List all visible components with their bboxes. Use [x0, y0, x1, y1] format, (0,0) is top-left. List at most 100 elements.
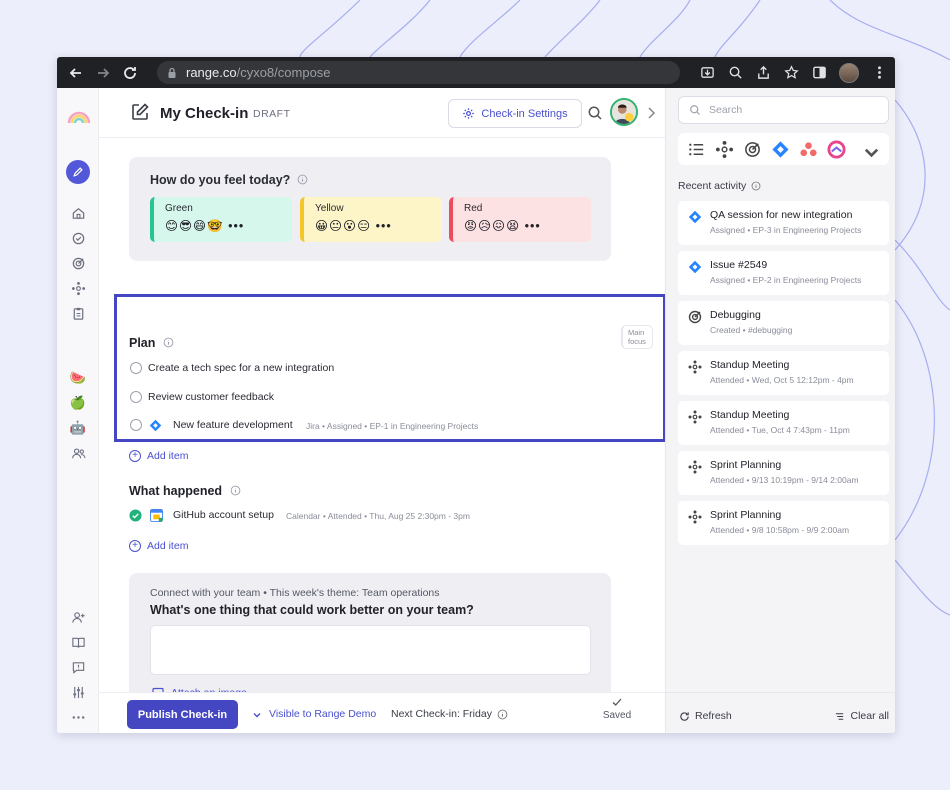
- add-person-icon[interactable]: [69, 608, 87, 626]
- watermelon-team-icon[interactable]: 🍉: [69, 369, 87, 387]
- mood-option-yellow[interactable]: Yellow 😀😐😮😑 •••: [300, 197, 442, 242]
- browser-toolbar: range.co/cyxo8/compose: [57, 57, 895, 88]
- chevron-down-icon: [253, 713, 261, 718]
- activity-card[interactable]: Standup Meeting Attended • Tue, Oct 4 7:…: [678, 401, 889, 445]
- activity-card[interactable]: Debugging Created • #debugging: [678, 301, 889, 345]
- browser-window: range.co/cyxo8/compose 🍉 🍏 🤖 My Check-in…: [57, 57, 895, 733]
- activity-card[interactable]: QA session for new integration Assigned …: [678, 201, 889, 245]
- jira-filter-icon[interactable]: [768, 137, 792, 161]
- page-title: My Check-in: [160, 105, 249, 122]
- saved-label: Saved: [602, 710, 632, 721]
- mood-label-red: Red: [464, 203, 483, 214]
- sliders-icon[interactable]: [69, 683, 87, 701]
- mood-option-green[interactable]: Green 😊😎😄🤓 •••: [150, 197, 292, 242]
- completed-check-icon[interactable]: [129, 509, 142, 522]
- draft-status-badge: DRAFT: [253, 108, 291, 120]
- meeting-icon: [688, 510, 702, 524]
- book-icon[interactable]: [69, 633, 87, 651]
- chevron-right-icon[interactable]: [645, 106, 657, 120]
- goals-filter-icon[interactable]: [740, 137, 764, 161]
- meetings-filter-icon[interactable]: [712, 137, 736, 161]
- url-host: range.co: [186, 65, 237, 80]
- bookmark-star-icon[interactable]: [783, 65, 799, 81]
- mood-label-yellow: Yellow: [315, 203, 344, 214]
- mood-label-green: Green: [165, 203, 193, 214]
- what-happened-add-item-button[interactable]: + Add item: [129, 540, 188, 552]
- checkin-settings-button[interactable]: Check-in Settings: [448, 99, 582, 128]
- meetings-icon[interactable]: [69, 279, 87, 297]
- activity-subtitle: Attended • 9/8 10:58pm - 9/9 2:00am: [710, 525, 850, 535]
- activity-subtitle: Attended • Wed, Oct 5 12:12pm - 4pm: [710, 375, 854, 385]
- google-calendar-icon: [150, 509, 163, 522]
- check-circle-icon[interactable]: [69, 229, 87, 247]
- what-happened-section-title: What happened: [129, 484, 241, 498]
- mood-emojis-red: 😡😥😖😫 •••: [464, 219, 541, 233]
- activity-card[interactable]: Issue #2549 Assigned • EP-2 in Engineeri…: [678, 251, 889, 295]
- forward-arrow-icon[interactable]: [92, 62, 114, 84]
- share-icon[interactable]: [755, 65, 771, 81]
- meeting-icon: [688, 410, 702, 424]
- what-happened-item-meta: Calendar • Attended • Thu, Aug 25 2:30pm…: [286, 511, 470, 521]
- address-bar[interactable]: range.co/cyxo8/compose: [157, 61, 680, 84]
- refresh-label: Refresh: [695, 710, 732, 722]
- activity-card[interactable]: Standup Meeting Attended • Wed, Oct 5 12…: [678, 351, 889, 395]
- list-filter-icon[interactable]: [684, 137, 708, 161]
- what-happened-item-text[interactable]: GitHub account setup: [173, 509, 274, 521]
- clear-all-label: Clear all: [850, 710, 889, 722]
- chevron-down-icon[interactable]: [862, 143, 881, 162]
- plan-add-item-button[interactable]: + Add item: [129, 450, 188, 462]
- clear-all-button[interactable]: Clear all: [834, 710, 889, 722]
- left-navigation-rail: 🍉 🍏 🤖: [57, 88, 99, 733]
- asana-filter-icon[interactable]: [796, 137, 820, 161]
- saved-status: Saved: [600, 696, 634, 721]
- compose-pencil-button[interactable]: [66, 160, 90, 184]
- apple-team-icon[interactable]: 🍏: [69, 394, 87, 412]
- publish-checkin-button[interactable]: Publish Check-in: [127, 700, 238, 729]
- mood-option-red[interactable]: Red 😡😥😖😫 •••: [449, 197, 591, 242]
- range-rainbow-logo-icon[interactable]: [67, 110, 91, 124]
- more-dots-icon[interactable]: [69, 708, 87, 726]
- search-icon[interactable]: [587, 105, 603, 121]
- recent-activity-title: Recent activity: [678, 180, 761, 192]
- side-panel-icon[interactable]: [811, 65, 827, 81]
- activity-title: QA session for new integration: [710, 209, 853, 221]
- browser-profile-avatar[interactable]: [839, 62, 859, 83]
- activity-subtitle: Assigned • EP-3 in Engineering Projects: [710, 225, 862, 235]
- feedback-chat-icon[interactable]: [69, 658, 87, 676]
- install-app-icon[interactable]: [699, 65, 715, 81]
- plan-section-highlight: [114, 294, 666, 442]
- people-icon[interactable]: [69, 444, 87, 462]
- plus-icon: +: [129, 450, 141, 462]
- pencil-icon: [73, 167, 83, 177]
- info-icon[interactable]: [497, 709, 508, 720]
- jira-icon: [688, 210, 702, 224]
- checkin-header: My Check-in DRAFT Check-in Settings: [99, 88, 665, 138]
- plan-add-item-label: Add item: [147, 450, 189, 462]
- home-icon[interactable]: [69, 204, 87, 222]
- activity-card[interactable]: Sprint Planning Attended • 9/13 10:19pm …: [678, 451, 889, 495]
- clickup-filter-icon[interactable]: [824, 137, 848, 161]
- user-avatar[interactable]: [610, 98, 638, 126]
- kebab-menu-icon[interactable]: [871, 65, 887, 81]
- compose-edit-icon: [132, 103, 149, 120]
- reload-icon[interactable]: [119, 62, 141, 84]
- activity-subtitle: Assigned • EP-2 in Engineering Projects: [710, 275, 862, 285]
- mood-question: How do you feel today?: [150, 173, 308, 187]
- goals-target-icon[interactable]: [69, 254, 87, 272]
- visibility-dropdown[interactable]: Visible to Range Demo: [252, 708, 376, 720]
- team-prompt-subtitle: Connect with your team • This week's the…: [150, 587, 440, 599]
- activity-search-input[interactable]: Search: [678, 96, 889, 124]
- zoom-icon[interactable]: [727, 65, 743, 81]
- clipboard-icon[interactable]: [69, 304, 87, 322]
- refresh-button[interactable]: Refresh: [679, 710, 732, 722]
- info-icon: [751, 181, 761, 191]
- check-icon: [612, 698, 622, 706]
- team-prompt-answer-input[interactable]: [150, 625, 591, 675]
- activity-subtitle: Attended • Tue, Oct 4 7:43pm - 11pm: [710, 425, 850, 435]
- search-placeholder: Search: [709, 104, 743, 116]
- activity-card[interactable]: Sprint Planning Attended • 9/8 10:58pm -…: [678, 501, 889, 545]
- info-icon: [297, 174, 308, 185]
- mood-emojis-green: 😊😎😄🤓 •••: [165, 219, 245, 233]
- back-arrow-icon[interactable]: [65, 62, 87, 84]
- robot-team-icon[interactable]: 🤖: [69, 419, 87, 437]
